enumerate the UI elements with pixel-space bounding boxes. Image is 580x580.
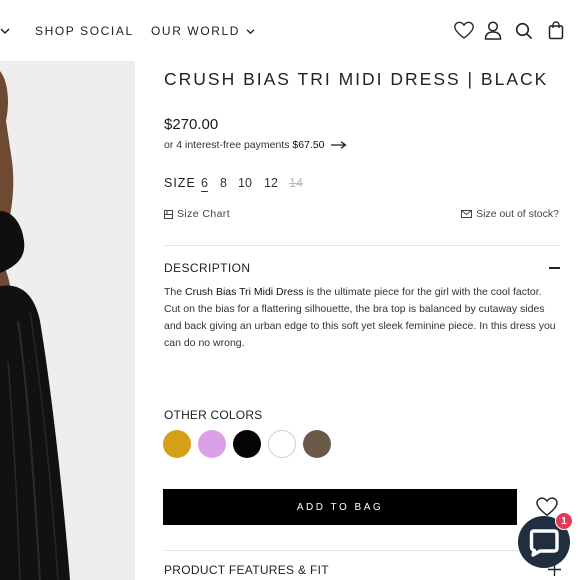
add-to-bag-label: ADD TO BAG xyxy=(296,501,384,513)
chevron-down-icon[interactable] xyxy=(0,27,10,35)
collapse-icon[interactable] xyxy=(549,267,560,269)
size-option-10[interactable]: 10 xyxy=(238,176,252,190)
product-price: $270.00 xyxy=(164,116,219,133)
description-heading[interactable]: DESCRIPTION xyxy=(164,261,250,275)
heart-icon[interactable] xyxy=(454,21,478,45)
shopping-bag-icon[interactable] xyxy=(548,21,572,45)
size-option-14: 14 xyxy=(289,176,303,190)
model-silhouette xyxy=(0,61,135,580)
size-out-of-stock-label: Size out of stock? xyxy=(476,208,559,220)
ruler-icon xyxy=(164,209,173,219)
size-chart-link[interactable]: Size Chart xyxy=(164,208,230,220)
search-icon[interactable] xyxy=(515,22,539,46)
color-swatch-gold[interactable] xyxy=(163,430,191,458)
description-text: The Crush Bias Tri Midi Dress is the ult… xyxy=(164,286,556,349)
color-swatch-white[interactable] xyxy=(268,430,296,458)
installments-amount: $67.50 xyxy=(292,139,325,151)
chat-notification-badge: 1 xyxy=(555,512,573,530)
color-swatch-lilac[interactable] xyxy=(198,430,226,458)
chevron-down-icon xyxy=(246,29,255,35)
account-icon[interactable] xyxy=(484,21,508,45)
nav-item-shop-social[interactable]: SHOP SOCIAL xyxy=(35,24,134,38)
description-product-name: Crush Bias Tri Midi Dress xyxy=(185,286,304,298)
product-features-heading[interactable]: PRODUCT FEATURES & FIT xyxy=(164,563,329,577)
product-image[interactable] xyxy=(0,61,135,580)
product-title: CRUSH BIAS TRI MIDI DRESS | BLACK xyxy=(164,69,549,89)
other-colors-heading: OTHER COLORS xyxy=(164,408,263,422)
nav-item-label: OUR WORLD xyxy=(151,24,241,38)
add-to-bag-button[interactable]: ADD TO BAG xyxy=(163,489,517,525)
envelope-icon xyxy=(461,210,473,219)
size-out-of-stock-link[interactable]: Size out of stock? xyxy=(461,208,559,220)
installments-text: or 4 interest-free payments xyxy=(164,139,290,151)
divider xyxy=(164,245,560,246)
top-navigation: SHOP SOCIAL OUR WORLD xyxy=(0,0,580,60)
size-option-12[interactable]: 12 xyxy=(264,176,278,190)
size-option-6[interactable]: 6 xyxy=(201,176,208,192)
color-swatch-black[interactable] xyxy=(233,430,261,458)
size-label: SIZE xyxy=(164,176,196,190)
arrow-right-icon xyxy=(331,141,348,149)
color-swatch-brown[interactable] xyxy=(303,430,331,458)
size-chart-label: Size Chart xyxy=(177,208,231,220)
size-option-8[interactable]: 8 xyxy=(220,176,227,190)
installments-info[interactable]: or 4 interest-free payments $67.50 xyxy=(164,139,348,151)
divider xyxy=(164,550,560,551)
nav-item-our-world[interactable]: OUR WORLD xyxy=(151,24,255,38)
